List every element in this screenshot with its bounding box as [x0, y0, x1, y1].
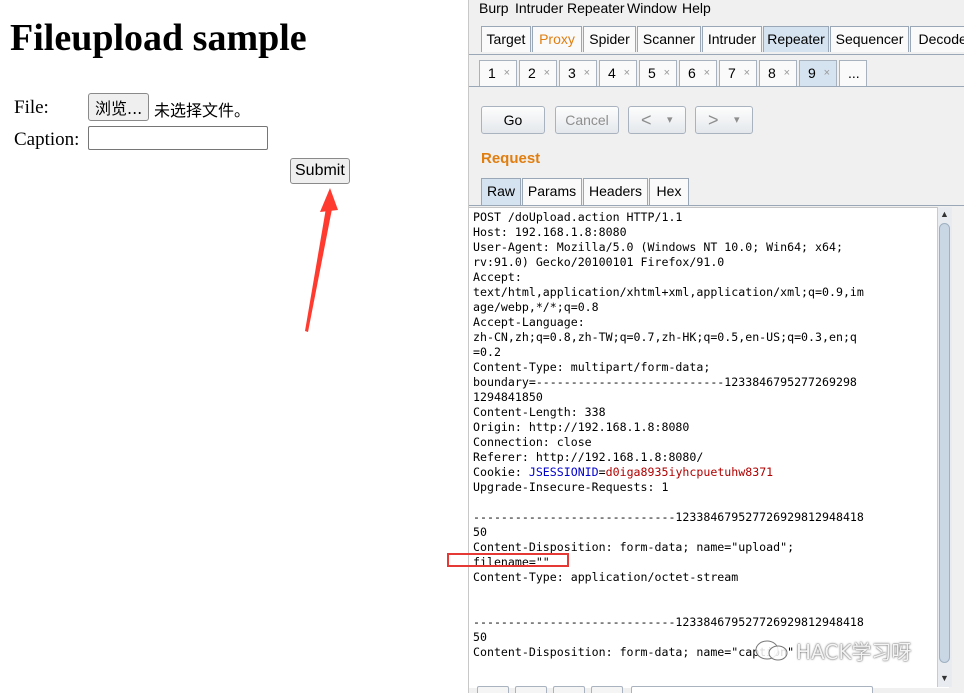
request-tab-9[interactable]: 9 × [799, 60, 837, 86]
menu-bar: Burp Intruder Repeater Window Help [469, 0, 964, 20]
request-tab-label: 7 [728, 65, 736, 81]
cookie-line: Cookie: JSESSIONID=d0iga8935iyhcpuetuhw8… [473, 465, 773, 479]
request-text: POST /doUpload.action HTTP/1.1 Host: 192… [469, 208, 949, 660]
close-icon[interactable]: × [544, 61, 550, 85]
menu-repeater[interactable]: Repeater [567, 0, 625, 16]
request-tab-label: 3 [568, 65, 576, 81]
tab-target[interactable]: Target [481, 26, 531, 52]
tab-intruder[interactable]: Intruder [702, 26, 762, 52]
menu-burp[interactable]: Burp [479, 0, 509, 16]
view-tabs: Raw Params Headers Hex [469, 177, 964, 206]
cancel-button[interactable]: Cancel [555, 106, 619, 134]
cookie-prefix: Cookie: [473, 465, 529, 479]
menu-intruder[interactable]: Intruder [515, 0, 563, 16]
request-editor[interactable]: POST /doUpload.action HTTP/1.1 Host: 192… [469, 207, 949, 688]
scroll-thumb[interactable] [939, 223, 950, 663]
chevron-down-icon: ▾ [734, 114, 740, 126]
tab-raw[interactable]: Raw [481, 178, 521, 205]
menu-help[interactable]: Help [682, 0, 711, 16]
request-tab-label: 6 [688, 65, 696, 81]
no-file-selected-text: 未选择文件。 [154, 101, 251, 120]
burp-window: Burp Intruder Repeater Window Help Targe… [468, 0, 964, 693]
cookie-key: JSESSIONID [528, 465, 599, 479]
tab-hex[interactable]: Hex [649, 178, 689, 205]
tab-sequencer[interactable]: Sequencer [830, 26, 909, 52]
bottom-button[interactable] [591, 686, 623, 693]
tab-params[interactable]: Params [522, 178, 582, 205]
request-tab-5[interactable]: 5 × [639, 60, 677, 86]
tab-headers[interactable]: Headers [583, 178, 648, 205]
close-icon[interactable]: × [664, 61, 670, 85]
browser-page: Fileupload sample File: 浏览... 未选择文件。 Cap… [0, 0, 468, 693]
request-tabs: 1 × 2 × 3 × 4 × 5 × 6 × 7 × 8 × 9 × ... [469, 56, 964, 87]
page-heading: Fileupload sample [10, 17, 307, 59]
tool-tabs: Target Proxy Spider Scanner Intruder Rep… [469, 22, 964, 55]
filename-highlight-box [447, 553, 569, 567]
bottom-controls [469, 686, 964, 693]
request-body-text: Upgrade-Insecure-Requests: 1 -----------… [473, 480, 864, 659]
request-tab-label: 8 [768, 65, 776, 81]
request-headers-text: POST /doUpload.action HTTP/1.1 Host: 192… [473, 210, 864, 464]
request-tab-label: 1 [488, 65, 496, 81]
wechat-logo-icon [755, 640, 788, 661]
watermark-text: HACK学习呀 [796, 640, 912, 664]
request-tab-8[interactable]: 8 × [759, 60, 797, 86]
bottom-button[interactable] [477, 686, 509, 693]
request-tab-6[interactable]: 6 × [679, 60, 717, 86]
arrow-head [320, 188, 338, 212]
file-label: File: [14, 97, 49, 118]
request-section-title: Request [481, 150, 541, 167]
request-tab-label: 5 [648, 65, 656, 81]
request-tab-1[interactable]: 1 × [479, 60, 517, 86]
tab-spider[interactable]: Spider [583, 26, 636, 52]
close-icon[interactable]: × [744, 61, 750, 85]
request-tab-label: 2 [528, 65, 536, 81]
scroll-up-icon[interactable]: ▲ [940, 209, 949, 219]
request-tab-new[interactable]: ... [839, 60, 867, 86]
menu-window[interactable]: Window [627, 0, 677, 16]
go-button[interactable]: Go [481, 106, 545, 134]
caption-label: Caption: [14, 129, 80, 150]
request-tab-label: 9 [808, 65, 816, 81]
request-tab-2[interactable]: 2 × [519, 60, 557, 86]
close-icon[interactable]: × [504, 61, 510, 85]
back-button[interactable]: < ▾ [628, 106, 686, 134]
arrow-shaft [305, 208, 332, 332]
cookie-equals: = [598, 465, 606, 479]
tab-scanner[interactable]: Scanner [637, 26, 701, 52]
request-tab-label: 4 [608, 65, 616, 81]
request-tab-4[interactable]: 4 × [599, 60, 637, 86]
close-icon[interactable]: × [784, 61, 790, 85]
tab-repeater[interactable]: Repeater [763, 26, 829, 52]
chevron-left-icon: < [641, 110, 652, 130]
tab-decoder[interactable]: Decoder [910, 26, 964, 52]
browse-button[interactable]: 浏览... [88, 93, 150, 121]
search-input[interactable] [631, 686, 873, 693]
cookie-value: d0iga8935iyhcpuetuhw8371 [605, 465, 774, 479]
chevron-down-icon: ▾ [667, 114, 673, 126]
close-icon[interactable]: × [584, 61, 590, 85]
bottom-button[interactable] [553, 686, 585, 693]
close-icon[interactable]: × [704, 61, 710, 85]
close-icon[interactable]: × [624, 61, 630, 85]
editor-scrollbar[interactable]: ▲ ▼ [937, 207, 952, 687]
tab-proxy[interactable]: Proxy [532, 26, 582, 52]
red-arrow-annotation [305, 188, 338, 332]
caption-input[interactable] [88, 126, 268, 150]
forward-button[interactable]: > ▾ [695, 106, 753, 134]
scroll-down-icon[interactable]: ▼ [940, 673, 949, 683]
chevron-right-icon: > [708, 110, 719, 130]
close-icon[interactable]: × [824, 61, 830, 85]
bottom-button[interactable] [515, 686, 547, 693]
request-tab-3[interactable]: 3 × [559, 60, 597, 86]
request-tab-7[interactable]: 7 × [719, 60, 757, 86]
